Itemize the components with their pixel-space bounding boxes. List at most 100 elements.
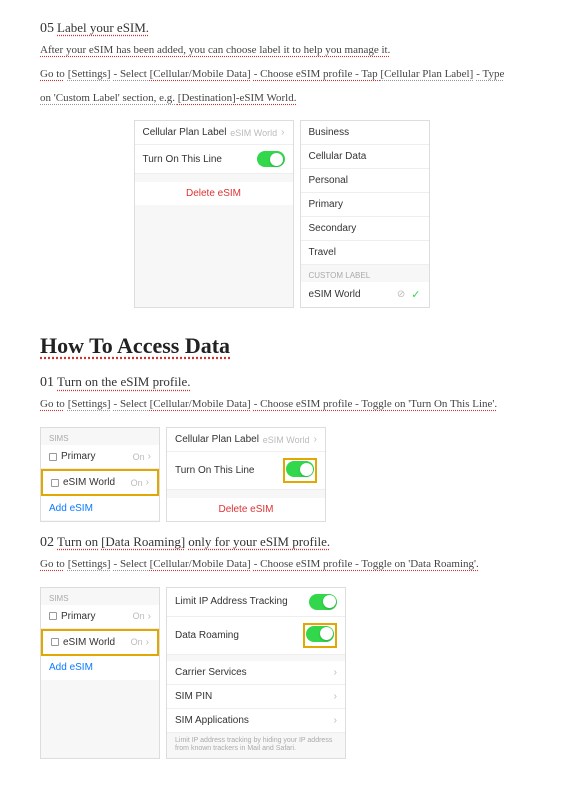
opt-personal: Personal — [309, 175, 348, 186]
on-text: On — [131, 637, 143, 647]
cell-plan-label-text: Cellular Plan Label — [175, 434, 259, 445]
label-option[interactable]: Primary — [301, 193, 429, 217]
step05-plan-label: [Cellular Plan Label] — [380, 68, 473, 80]
turn-on-line-row[interactable]: Turn On This Line — [167, 452, 325, 490]
custom-label-value: eSIM World — [309, 289, 361, 300]
sim-icon — [49, 612, 57, 620]
delete-esim-link[interactable]: Delete eSIM — [135, 182, 293, 205]
shot05-left-panel: Cellular Plan Label eSIM World › Turn On… — [134, 120, 294, 308]
sim-icon — [49, 453, 57, 461]
step05-title: Label your eSIM. — [57, 20, 149, 35]
toggle-on-icon[interactable] — [286, 461, 314, 477]
shot02-right-panel: Limit IP Address Tracking Data Roaming C… — [166, 587, 346, 759]
sim-primary-row[interactable]: Primary On› — [41, 605, 159, 629]
checkmark-icon: ✓ — [411, 288, 420, 301]
step01-number: 01 — [40, 375, 54, 390]
add-esim-link[interactable]: Add eSIM — [49, 503, 93, 514]
label-option[interactable]: Secondary — [301, 217, 429, 241]
shot05-right-panel: Business Cellular Data Personal Primary … — [300, 120, 430, 308]
step05-number: 05 — [40, 21, 54, 36]
carrier-services-label: Carrier Services — [175, 667, 247, 678]
step02-title-c: only for your eSIM profile. — [188, 534, 330, 549]
turn-on-label: Turn On This Line — [143, 154, 222, 165]
sim-icon — [51, 479, 59, 487]
cellular-plan-label-row[interactable]: Cellular Plan Label eSIM World› — [167, 428, 325, 452]
sim-esim-world-row[interactable]: eSIM World On› — [41, 629, 159, 656]
screenshot-02: SIMs Primary On› eSIM World On› Add eSIM… — [40, 587, 523, 759]
step02-cellular: [Cellular/Mobile Data] — [150, 558, 251, 570]
shot01-left-panel: SIMs Primary On› eSIM World On› Add eSIM — [40, 427, 160, 522]
chevron-right-icon: › — [148, 611, 151, 622]
carrier-services-row[interactable]: Carrier Services › — [167, 661, 345, 685]
chevron-right-icon: › — [314, 434, 317, 445]
sim-esim-label: eSIM World — [63, 477, 115, 488]
step02-title-a: Turn on — [57, 534, 98, 549]
opt-travel: Travel — [309, 247, 336, 258]
delete-esim-link[interactable]: Delete eSIM — [167, 498, 325, 521]
add-esim-row[interactable]: Add eSIM — [41, 656, 159, 680]
toggle-on-icon[interactable] — [309, 594, 337, 610]
screenshot-05: Cellular Plan Label eSIM World › Turn On… — [40, 120, 523, 308]
limit-ip-row[interactable]: Limit IP Address Tracking — [167, 588, 345, 617]
sim-primary-row[interactable]: Primary On› — [41, 445, 159, 469]
cell-plan-label-text: Cellular Plan Label — [143, 127, 227, 138]
step05-goto: Go to — [40, 68, 65, 80]
cellular-plan-label-row[interactable]: Cellular Plan Label eSIM World › — [135, 121, 293, 145]
sim-pin-row[interactable]: SIM PIN › — [167, 685, 345, 709]
step02-rest: - Choose eSIM profile - Toggle on 'Data … — [254, 558, 479, 570]
toggle-on-icon[interactable] — [257, 151, 285, 167]
sim-primary-label: Primary — [61, 451, 95, 462]
step05-line3a: on 'Custom Label' section, e.g. — [40, 92, 178, 104]
opt-secondary: Secondary — [309, 223, 357, 234]
step02-title-b: [Data Roaming] — [101, 534, 185, 549]
section-header-access-data: How To Access Data — [40, 333, 523, 359]
sim-primary-label: Primary — [61, 611, 95, 622]
shot02-left-panel: SIMs Primary On› eSIM World On› Add eSIM — [40, 587, 160, 759]
add-esim-row[interactable]: Add eSIM — [41, 496, 159, 520]
label-option[interactable]: Business — [301, 121, 429, 145]
sim-applications-row[interactable]: SIM Applications › — [167, 709, 345, 733]
chevron-right-icon: › — [334, 667, 337, 678]
step05-cellular: [Cellular/Mobile Data] — [150, 68, 251, 80]
step01-cellular: [Cellular/Mobile Data] — [150, 398, 251, 410]
sims-header: SIMs — [41, 428, 159, 445]
label-option[interactable]: Cellular Data — [301, 145, 429, 169]
step01-rest: - Choose eSIM profile - Toggle on 'Turn … — [254, 398, 497, 410]
step02-select: - Select — [114, 558, 150, 570]
screenshot-01: SIMs Primary On› eSIM World On› Add eSIM… — [40, 427, 523, 522]
clear-icon[interactable]: ⊘ — [397, 289, 405, 300]
sim-applications-label: SIM Applications — [175, 715, 249, 726]
opt-business: Business — [309, 127, 350, 138]
chevron-right-icon: › — [334, 691, 337, 702]
custom-label-row[interactable]: eSIM World ⊘ ✓ — [301, 282, 429, 307]
opt-cellular-data: Cellular Data — [309, 151, 367, 162]
data-roaming-label: Data Roaming — [175, 630, 239, 641]
step01-settings: [Settings] — [68, 398, 111, 410]
step05-line3b: [Destination]-eSIM World. — [178, 92, 297, 104]
sim-esim-label: eSIM World — [63, 637, 115, 648]
on-text: On — [131, 478, 143, 488]
label-option[interactable]: Travel — [301, 241, 429, 265]
turn-on-line-row[interactable]: Turn On This Line — [135, 145, 293, 174]
custom-label-header: CUSTOM LABEL — [301, 265, 429, 282]
chevron-right-icon: › — [281, 127, 284, 138]
chevron-right-icon: › — [146, 637, 149, 648]
chevron-right-icon: › — [146, 477, 149, 488]
data-roaming-row[interactable]: Data Roaming — [167, 617, 345, 655]
sims-header: SIMs — [41, 588, 159, 605]
limit-ip-label: Limit IP Address Tracking — [175, 596, 288, 607]
step05-type: - Type — [476, 68, 504, 80]
step05-settings: [Settings] — [68, 68, 111, 80]
step02-goto: Go to — [40, 558, 65, 570]
step02-number: 02 — [40, 535, 54, 550]
label-option[interactable]: Personal — [301, 169, 429, 193]
on-text: On — [133, 452, 145, 462]
cell-plan-value: eSIM World — [230, 128, 277, 138]
add-esim-link[interactable]: Add eSIM — [49, 662, 93, 673]
shot01-right-panel: Cellular Plan Label eSIM World› Turn On … — [166, 427, 326, 522]
sim-pin-label: SIM PIN — [175, 691, 212, 702]
opt-primary: Primary — [309, 199, 343, 210]
step05-choose: - Choose eSIM profile - Tap — [254, 68, 381, 80]
turn-on-label: Turn On This Line — [175, 465, 254, 476]
sim-esim-world-row[interactable]: eSIM World On› — [41, 469, 159, 496]
